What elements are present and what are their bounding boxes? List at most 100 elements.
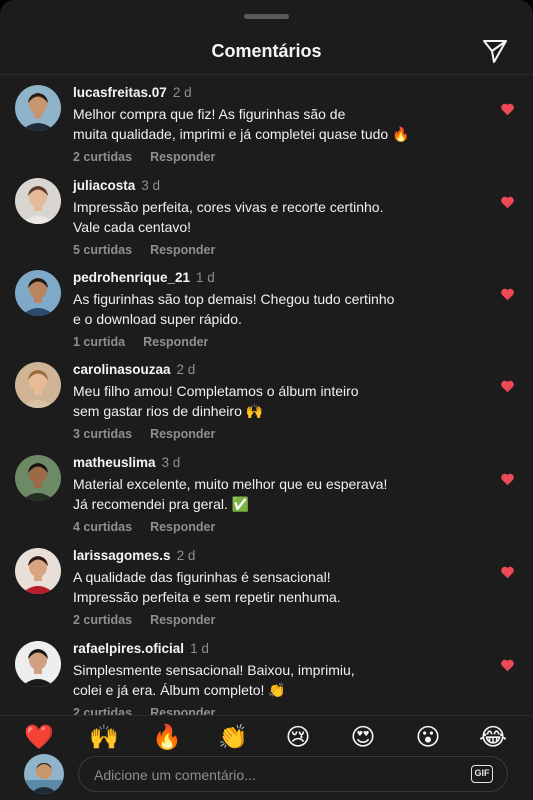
reply-button[interactable]: Responder (150, 243, 215, 257)
heart-eyes-emoji[interactable]: 😍 (346, 720, 380, 754)
reply-button[interactable]: Responder (150, 150, 215, 164)
avatar[interactable] (15, 178, 61, 224)
heart-icon[interactable] (500, 195, 515, 209)
comment-item: larissagomes.s 2 d A qualidade das figurin… (0, 538, 533, 630)
comment-text: A qualidade das figurinhas é sensacional… (73, 568, 433, 607)
heart-icon[interactable] (500, 472, 515, 486)
comment-text-line: Simplesmente sensacional! Baixou, imprim… (73, 662, 355, 678)
reaction-bar: ❤️ 🙌 🔥 👏 😢 😍 😮 😂 (0, 720, 533, 754)
comment-item: matheuslima 3 d Material excelente, muito … (0, 445, 533, 537)
surprised-emoji[interactable]: 😮 (411, 720, 445, 754)
comment-time: 1 d (196, 270, 215, 285)
comment-actions: 2 curtidas Responder (73, 706, 215, 715)
comment-item: carolinasouzaa 2 d Meu filho amou! Complet… (0, 352, 533, 444)
likes-count[interactable]: 4 curtidas (73, 520, 132, 534)
comment-header: larissagomes.s 2 d (73, 548, 195, 563)
comment-header: lucasfreitas.07 2 d (73, 85, 192, 100)
comment-time: 3 d (161, 455, 181, 470)
comment-header: pedrohenrique_21 1 d (73, 270, 215, 285)
comment-text-line: muita qualidade, imprimi e já completei … (73, 125, 410, 142)
likes-count[interactable]: 2 curtidas (73, 613, 132, 627)
laughing-emoji[interactable]: 😂 (476, 720, 510, 754)
heart-emoji[interactable]: ❤️ (22, 720, 56, 754)
comment-username[interactable]: rafaelpires.oficial (73, 641, 184, 656)
comment-text: Melhor compra que fiz! As figurinhas são… (73, 105, 433, 144)
page-title: Comentários (211, 41, 322, 61)
comment-header: juliacosta 3 d (73, 178, 160, 193)
comment-actions: 2 curtidas Responder (73, 613, 215, 627)
my-avatar (24, 754, 64, 794)
reply-button[interactable]: Responder (150, 706, 215, 715)
comment-header: carolinasouzaa 2 d (73, 362, 195, 377)
comment-input[interactable] (92, 757, 456, 793)
heart-icon[interactable] (500, 379, 515, 393)
avatar[interactable] (15, 85, 61, 131)
avatar[interactable] (15, 270, 61, 316)
reply-button[interactable]: Responder (150, 520, 215, 534)
comment-actions: 2 curtidas Responder (73, 150, 215, 164)
comment-input-field[interactable]: GIF (78, 756, 508, 793)
comment-text-line: e o download super rápido. (73, 310, 242, 327)
composer-bar: ❤️ 🙌 🔥 👏 😢 😍 😮 😂 GIF (0, 715, 533, 800)
comment-username[interactable]: larissagomes.s (73, 548, 171, 563)
comment-item: lucasfreitas.07 2 d Melhor compra que fiz!… (0, 75, 533, 167)
comment-time: 1 d (190, 641, 209, 656)
comment-header: rafaelpires.oficial 1 d (73, 641, 209, 656)
comment-text: Simplesmente sensacional! Baixou, imprim… (73, 661, 433, 700)
header: Comentários (0, 26, 533, 75)
comment-text-line: Melhor compra que fiz! As figurinhas são… (73, 106, 346, 122)
likes-count[interactable]: 3 curtidas (73, 427, 132, 441)
comment-time: 2 d (176, 548, 196, 563)
comment-item: rafaelpires.oficial 1 d Simplesmente sensa… (0, 631, 533, 715)
comment-actions: 5 curtidas Responder (73, 243, 215, 257)
comment-time: 2 d (172, 85, 192, 100)
comment-text: As figurinhas são top demais! Chegou tud… (73, 290, 433, 329)
comment-text-line: Impressão perfeita e sem repetir nenhuma… (73, 588, 341, 605)
comment-item: pedrohenrique_21 1 d As figurinhas são top… (0, 260, 533, 352)
reply-button[interactable]: Responder (150, 613, 215, 627)
comment-username[interactable]: pedrohenrique_21 (73, 270, 190, 285)
comment-text-line: Impressão perfeita, cores vivas e recort… (73, 199, 384, 215)
comment-text-line: colei e já era. Álbum completo! 👏 (73, 681, 286, 698)
comment-username[interactable]: lucasfreitas.07 (73, 85, 167, 100)
avatar[interactable] (15, 641, 61, 687)
heart-icon[interactable] (500, 658, 515, 672)
avatar[interactable] (15, 362, 61, 408)
heart-icon[interactable] (500, 287, 515, 301)
avatar[interactable] (15, 548, 61, 594)
comment-item: juliacosta 3 d Impressão perfeita, cores v… (0, 168, 533, 260)
reply-button[interactable]: Responder (143, 335, 208, 349)
avatar[interactable] (15, 455, 61, 501)
comment-text-line: Material excelente, muito melhor que eu … (73, 476, 388, 492)
likes-count[interactable]: 5 curtidas (73, 243, 132, 257)
comment-actions: 1 curtida Responder (73, 335, 208, 349)
comment-username[interactable]: carolinasouzaa (73, 362, 171, 377)
comment-list[interactable]: lucasfreitas.07 2 d Melhor compra que fiz!… (0, 75, 533, 715)
reply-button[interactable]: Responder (150, 427, 215, 441)
heart-icon[interactable] (500, 565, 515, 579)
comment-text: Meu filho amou! Completamos o álbum inte… (73, 382, 433, 421)
comment-username[interactable]: matheuslima (73, 455, 156, 470)
comment-text-line: Vale cada centavo! (73, 218, 192, 235)
clapping-emoji[interactable]: 👏 (216, 720, 250, 754)
heart-icon[interactable] (500, 102, 515, 116)
likes-count[interactable]: 1 curtida (73, 335, 125, 349)
comment-text-line: Já recomendei pra geral. ✅ (73, 495, 250, 512)
comment-header: matheuslima 3 d (73, 455, 180, 470)
fire-emoji[interactable]: 🔥 (150, 720, 184, 754)
likes-count[interactable]: 2 curtidas (73, 150, 132, 164)
comment-actions: 4 curtidas Responder (73, 520, 215, 534)
comment-username[interactable]: juliacosta (73, 178, 135, 193)
crying-emoji[interactable]: 😢 (281, 720, 315, 754)
raised-hands-emoji[interactable]: 🙌 (87, 720, 121, 754)
comment-time: 2 d (176, 362, 196, 377)
drag-handle[interactable] (244, 14, 289, 19)
likes-count[interactable]: 2 curtidas (73, 706, 132, 715)
comment-text: Impressão perfeita, cores vivas e recort… (73, 198, 433, 237)
comments-sheet: Comentários lucasfreitas.07 2 d Melhor com… (0, 0, 533, 800)
send-icon[interactable] (481, 37, 509, 65)
comment-text-line: sem gastar rios de dinheiro 🙌 (73, 402, 264, 419)
comment-text-line: Meu filho amou! Completamos o álbum inte… (73, 383, 359, 399)
gif-button[interactable]: GIF (471, 765, 493, 783)
comment-time: 3 d (141, 178, 161, 193)
